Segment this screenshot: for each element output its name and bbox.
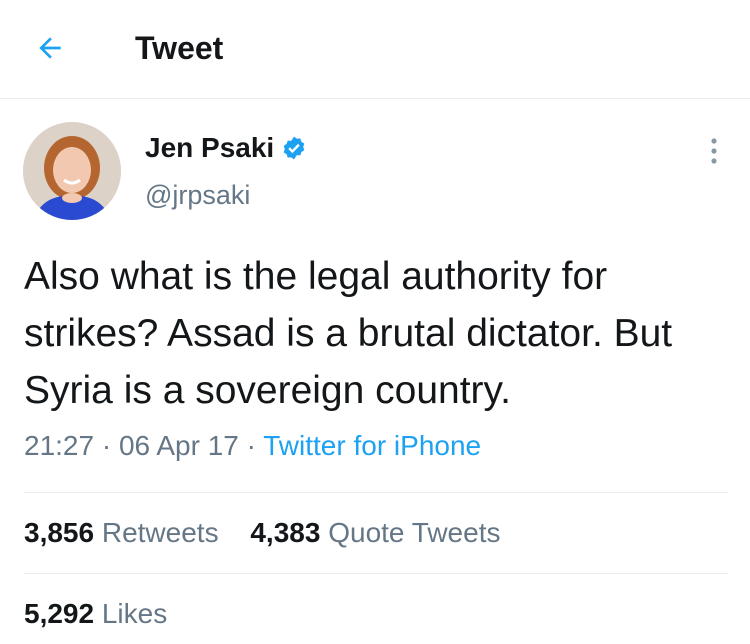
- meta-separator: ·: [246, 430, 256, 461]
- author-name[interactable]: Jen Psaki: [145, 132, 274, 164]
- author-name-row[interactable]: Jen Psaki: [145, 132, 307, 164]
- engagement-stats: 3,856 Retweets 4,383 Quote Tweets: [24, 517, 524, 549]
- profile-photo: [23, 122, 121, 220]
- likes-row: 5,292 Likes: [24, 598, 191, 630]
- retweets-stat[interactable]: 3,856 Retweets: [24, 517, 219, 548]
- verified-badge-icon: [283, 136, 305, 160]
- tweet-source-link[interactable]: Twitter for iPhone: [263, 430, 481, 461]
- likes-count: 5,292: [24, 598, 95, 629]
- arrow-left-icon: [39, 37, 61, 59]
- retweets-count: 3,856: [24, 517, 95, 548]
- author-handle[interactable]: @jrpsaki: [145, 180, 250, 211]
- more-vertical-icon: [711, 138, 717, 164]
- tweet-date: 06 Apr 17: [118, 430, 239, 461]
- top-bar: Tweet: [0, 0, 750, 99]
- tweet-text: Also what is the legal authority for str…: [24, 255, 673, 412]
- quote-tweets-label: Quote Tweets: [328, 517, 501, 548]
- tweet-time: 21:27: [24, 430, 95, 461]
- divider: [24, 573, 728, 574]
- divider: [24, 492, 728, 493]
- page-title: Tweet: [135, 30, 224, 66]
- likes-stat[interactable]: 5,292 Likes: [24, 598, 167, 629]
- retweets-label: Retweets: [101, 517, 219, 548]
- likes-label: Likes: [101, 598, 168, 629]
- avatar[interactable]: [23, 122, 121, 220]
- meta-separator: ·: [101, 430, 112, 461]
- more-options-button[interactable]: [700, 134, 728, 168]
- quote-tweets-stat[interactable]: 4,383 Quote Tweets: [250, 517, 500, 548]
- tweet-meta: 21:27 · 06 Apr 17 · Twitter for iPhone: [24, 430, 481, 462]
- quote-tweets-count: 4,383: [250, 517, 321, 548]
- back-button[interactable]: [30, 28, 70, 68]
